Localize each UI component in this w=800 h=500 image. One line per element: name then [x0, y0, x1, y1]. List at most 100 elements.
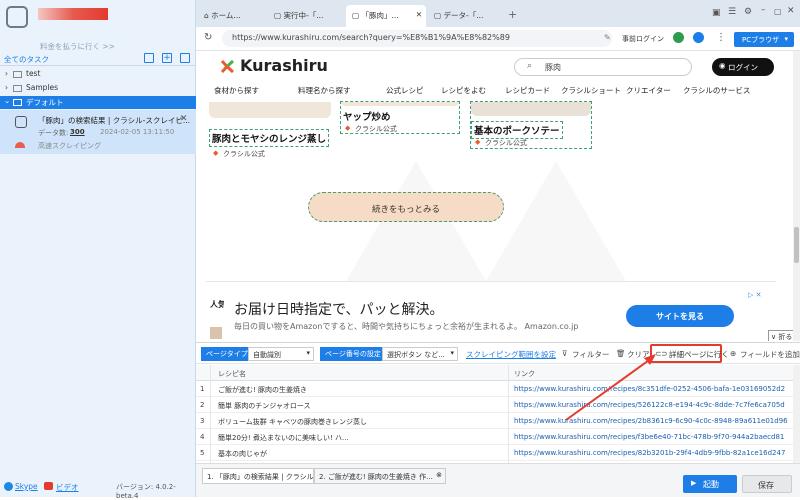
cell-recipe-name[interactable]: 簡単 豚肉のチンジャオロース [218, 401, 506, 411]
column-divider [210, 365, 211, 463]
nav-read[interactable]: レシピをよむ [441, 85, 486, 96]
minimize-icon[interactable]: – [761, 5, 766, 15]
tab-home[interactable]: ⌂ ホーム... [198, 5, 266, 27]
detail-page-label: 詳細ページに行く [669, 350, 729, 359]
tab-label: ホーム... [211, 11, 241, 20]
close-icon[interactable]: ✕ [180, 114, 188, 124]
scrollbar-thumb[interactable] [794, 227, 799, 263]
add-field-button[interactable]: フィールドを追加 [740, 349, 800, 360]
cell-recipe-name[interactable]: ご飯が進む! 豚肉の生姜焼き [218, 385, 506, 395]
nav-card[interactable]: レシピカード [505, 85, 550, 96]
cell-link[interactable]: https://www.kurashiru.com/recipes/f3be6e… [514, 433, 794, 441]
load-more-button[interactable]: 続きをもっとみる [308, 192, 504, 222]
upgrade-link[interactable]: 料金を払うに行く >> [40, 41, 115, 52]
gift-icon[interactable]: ▣ [712, 8, 721, 18]
step-tab-1[interactable]: 1. 「豚肉」の検索結果 | クラシル [202, 468, 314, 484]
cell-recipe-name[interactable]: 基本の肉じゃが [218, 449, 506, 459]
url-input[interactable]: https://www.kurashiru.com/search?query=%… [222, 30, 612, 47]
app-logo-icon [6, 6, 28, 28]
step-tab-2[interactable]: 2. ご飯が進む! 豚肉の生姜焼き 作... ⊗ [314, 468, 446, 484]
nav-creator[interactable]: クリエイター [626, 85, 671, 96]
data-count[interactable]: 300 [70, 128, 85, 136]
page-type-select[interactable]: 自動識別 ▾ [248, 347, 314, 361]
tab-running[interactable]: ▢ 実行中-「... [268, 5, 344, 27]
cell-recipe-name[interactable]: 簡単20分! 煮込まないのに美味しい! ハ... [218, 433, 506, 443]
ad-banner[interactable]: ▷ ✕ お届け日時指定で、パッと解決。 毎日の買い物をAmazonですると、時間… [224, 291, 772, 337]
more-vert-icon[interactable]: ⋮ [716, 32, 726, 43]
play-icon: ▶ [691, 479, 697, 487]
all-tasks-label[interactable]: 全てのタスク [4, 54, 49, 65]
table-row[interactable]: 4 簡単20分! 煮込まないのに美味しい! ハ... https://www.k… [196, 429, 793, 445]
tab-pork-search[interactable]: ▢ 「豚肉」... ✕ [346, 5, 426, 27]
page-number-select[interactable]: 選択ボタン など... ▾ [382, 347, 458, 361]
window-close-icon[interactable]: ✕ [787, 6, 795, 16]
page-number-label: ページ番号の設定 [320, 347, 386, 361]
nav-official[interactable]: 公式レシピ [386, 85, 424, 96]
site-nav: 食材から探す 料理名から探す 公式レシピ レシピをよむ レシピカード クラシルシ… [196, 82, 793, 100]
nav-ingredients[interactable]: 食材から探す [214, 85, 259, 96]
new-tab-icon[interactable]: + [508, 8, 517, 21]
pre-login-button[interactable]: 事前ログイン [622, 34, 664, 44]
fold-button[interactable]: ∨ 折る [768, 330, 793, 341]
address-bar: ↻ https://www.kurashiru.com/search?query… [196, 27, 800, 51]
skype-link[interactable]: Skype [15, 482, 38, 491]
menu-icon[interactable]: ☰ [728, 7, 736, 17]
scrape-range-link[interactable]: スクレイピング範囲を設定 [466, 349, 556, 360]
recipe-card[interactable]: 豚肉とモヤシのレンジ蒸し ◆ クラシル公式 [208, 101, 331, 158]
extension-green-icon[interactable] [673, 32, 684, 43]
page-number-value: 選択ボタン など... [387, 351, 445, 359]
add-task-icon[interactable]: + [162, 53, 172, 63]
import-icon[interactable] [144, 53, 154, 63]
close-circle-icon[interactable]: ⊗ [436, 471, 442, 479]
start-button[interactable]: ▶ 起動 [683, 475, 737, 493]
pc-browser-select[interactable]: PCブラウザ ▾ [734, 32, 794, 47]
close-icon[interactable]: ✕ [416, 10, 422, 19]
table-header: レシピ名 リンク [196, 365, 793, 381]
tab-label: 実行中-「... [283, 11, 324, 20]
reload-icon[interactable]: ↻ [204, 32, 212, 43]
search-icon: ⌕ [527, 61, 533, 71]
login-button[interactable]: ◉ ログイン [712, 58, 774, 76]
site-logo[interactable]: Kurashiru [240, 56, 328, 75]
table-row[interactable]: 1 ご飯が進む! 豚肉の生姜焼き https://www.kurashiru.c… [196, 381, 793, 397]
folder-default[interactable]: ⌄ デフォルト [0, 96, 196, 109]
pc-browser-label: PCブラウザ [742, 36, 780, 44]
recipe-card[interactable]: ヤップ炒め ◆ クラシル公式 [340, 101, 460, 134]
fold-label: 折る [778, 333, 793, 341]
edit-icon[interactable]: ✎ [604, 33, 611, 42]
chevron-down-icon: ▾ [784, 35, 788, 43]
data-count-label: データ数: [38, 129, 69, 137]
folder-samples[interactable]: › Samples [0, 82, 196, 95]
ad-choices-icon[interactable]: ▷ ✕ [748, 291, 761, 299]
search-task-icon[interactable] [180, 53, 190, 63]
save-button[interactable]: 保存 [742, 475, 792, 493]
page-scrollbar[interactable] [793, 51, 800, 341]
task-item[interactable]: 「豚肉」の検索結果 | クラシル-スクレイピ... ✕ データ数: 300 20… [0, 110, 196, 154]
video-link[interactable]: ビデオ [56, 482, 79, 493]
column-header-recipe[interactable]: レシピ名 [218, 369, 506, 379]
nav-short[interactable]: クラシルショート [561, 85, 621, 96]
browser-tab-bar: ⌂ ホーム... ▢ 実行中-「... ▢ 「豚肉」... ✕ ▢ データ-「.… [196, 0, 800, 27]
table-row[interactable]: 2 簡単 豚肉のチンジャオロース https://www.kurashiru.c… [196, 397, 793, 413]
ad-cta-button[interactable]: サイトを見る [626, 305, 734, 327]
site-search-input[interactable]: ⌕ 豚肉 [514, 58, 692, 76]
folder-test[interactable]: › test [0, 68, 196, 81]
user-icon[interactable] [693, 32, 704, 43]
nav-services[interactable]: クラシルのサービス [683, 85, 750, 96]
recipe-title: 豚肉とモヤシのレンジ蒸し [209, 129, 330, 147]
tab-data[interactable]: ▢ データ-「... [428, 5, 506, 27]
video-icon[interactable] [44, 482, 53, 490]
sidebar: 料金を払うに行く >> 全てのタスク + › test › Samples ⌄ … [0, 0, 196, 500]
skype-icon[interactable] [4, 482, 13, 491]
table-row[interactable]: 5 基本の肉じゃが https://www.kurashiru.com/reci… [196, 445, 793, 461]
cell-recipe-name[interactable]: ボリューム抜群 キャベツの豚肉巻きレンジ蒸し [218, 417, 506, 427]
table-row[interactable]: 3 ボリューム抜群 キャベツの豚肉巻きレンジ蒸し https://www.kur… [196, 413, 793, 429]
nav-dishes[interactable]: 料理名から探す [298, 85, 351, 96]
robot-icon [15, 116, 27, 128]
settings-icon[interactable]: ⚙ [744, 7, 752, 17]
cell-link[interactable]: https://www.kurashiru.com/recipes/82b320… [514, 449, 794, 457]
maximize-icon[interactable]: ▢ [774, 7, 782, 16]
table-scrollbar[interactable] [793, 365, 800, 463]
chevron-right-icon: › [5, 83, 8, 92]
task-timestamp: 2024-02-05 13:11:50 [100, 128, 175, 136]
